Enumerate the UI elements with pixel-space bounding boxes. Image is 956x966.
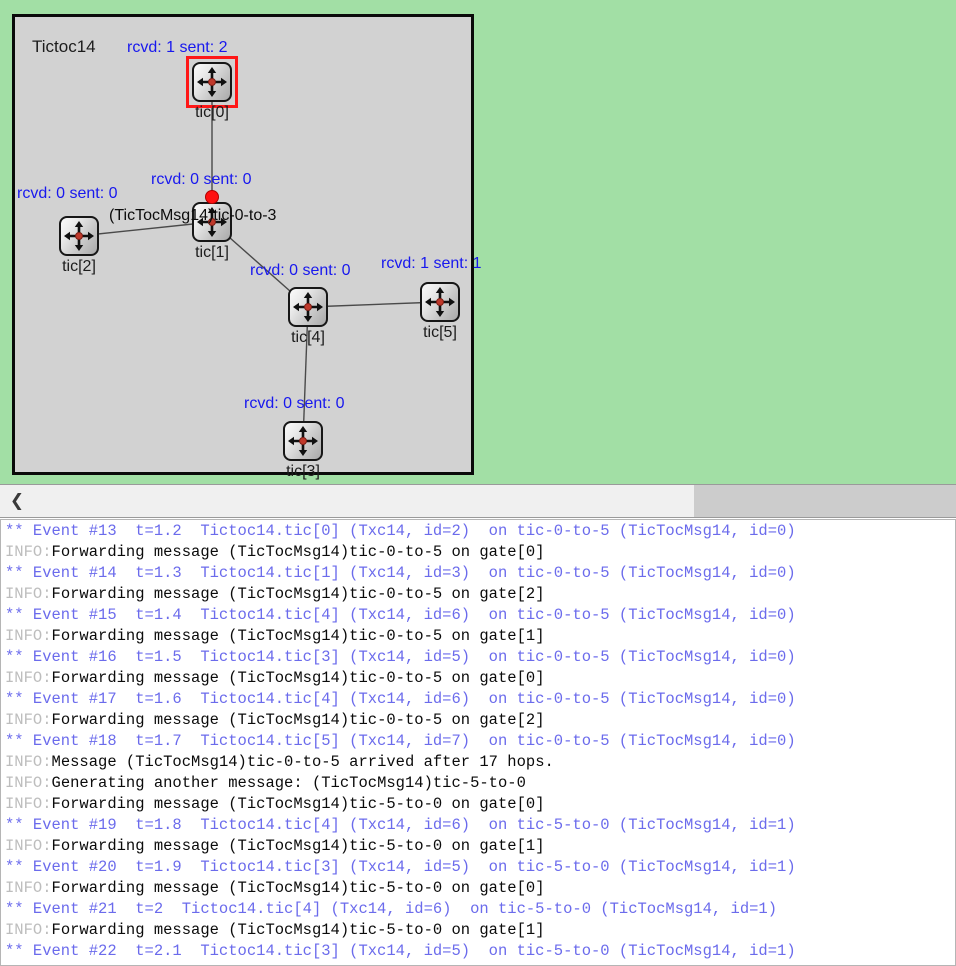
router-center-dot-icon: [75, 232, 83, 240]
log-line-text: ** Event #16 t=1.5 Tictoc14.tic[3] (Txc1…: [5, 648, 796, 666]
network-node-tic4[interactable]: tic[4]: [288, 287, 328, 346]
log-line-text: ** Event #19 t=1.8 Tictoc14.tic[4] (Txc1…: [5, 816, 796, 834]
scroll-left-chevron-icon[interactable]: ❮: [6, 485, 28, 517]
log-line-text: Generating another message: (TicTocMsg14…: [51, 774, 526, 792]
log-info-tag: INFO:: [5, 795, 52, 813]
log-line-info[interactable]: INFO:Forwarding message (TicTocMsg14)tic…: [5, 542, 955, 563]
node-name-label: tic[3]: [286, 463, 320, 480]
log-line-text: ** Event #20 t=1.9 Tictoc14.tic[3] (Txc1…: [5, 858, 796, 876]
node-name-label: tic[0]: [195, 104, 229, 121]
node-name-label: tic[4]: [291, 329, 325, 346]
log-line-event[interactable]: ** Event #15 t=1.4 Tictoc14.tic[4] (Txc1…: [5, 605, 955, 626]
log-line-info[interactable]: INFO:Forwarding message (TicTocMsg14)tic…: [5, 920, 955, 941]
node-status-label: rcvd: 0 sent: 0: [244, 395, 345, 412]
log-line-info[interactable]: INFO:Forwarding message (TicTocMsg14)tic…: [5, 794, 955, 815]
log-line-text: ** Event #14 t=1.3 Tictoc14.tic[1] (Txc1…: [5, 564, 796, 582]
log-info-tag: INFO:: [5, 543, 52, 561]
log-info-tag: INFO:: [5, 921, 52, 939]
log-line-info[interactable]: INFO:Forwarding message (TicTocMsg14)tic…: [5, 878, 955, 899]
log-line-text: ** Event #15 t=1.4 Tictoc14.tic[4] (Txc1…: [5, 606, 796, 624]
log-line-event[interactable]: ** Event #17 t=1.6 Tictoc14.tic[4] (Txc1…: [5, 689, 955, 710]
log-line-text: Forwarding message (TicTocMsg14)tic-0-to…: [51, 543, 545, 561]
log-line-event[interactable]: ** Event #18 t=1.7 Tictoc14.tic[5] (Txc1…: [5, 731, 955, 752]
message-name-label: (TicTocMsg14)tic-0-to-3: [109, 207, 277, 224]
log-info-tag: INFO:: [5, 753, 52, 771]
log-line-event[interactable]: ** Event #21 t=2 Tictoc14.tic[4] (Txc14,…: [5, 899, 955, 920]
log-line-text: Forwarding message (TicTocMsg14)tic-5-to…: [51, 879, 545, 897]
log-line-info[interactable]: INFO:Forwarding message (TicTocMsg14)tic…: [5, 710, 955, 731]
router-center-dot-icon: [208, 78, 216, 86]
scrollbar-thumb[interactable]: [694, 485, 956, 517]
log-line-text: ** Event #18 t=1.7 Tictoc14.tic[5] (Txc1…: [5, 732, 796, 750]
log-line-text: ** Event #22 t=2.1 Tictoc14.tic[3] (Txc1…: [5, 942, 796, 960]
log-line-info[interactable]: INFO:Forwarding message (TicTocMsg14)tic…: [5, 626, 955, 647]
router-center-dot-icon: [304, 303, 312, 311]
log-line-info[interactable]: INFO:Generating another message: (TicToc…: [5, 773, 955, 794]
log-line-text: Message (TicTocMsg14)tic-0-to-5 arrived …: [51, 753, 554, 771]
network-node-tic3[interactable]: tic[3]: [283, 421, 323, 480]
log-line-event[interactable]: ** Event #22 t=2.1 Tictoc14.tic[3] (Txc1…: [5, 941, 955, 962]
node-status-label: rcvd: 1 sent: 2: [127, 39, 228, 56]
canvas-horizontal-scrollbar[interactable]: ❮: [0, 484, 956, 518]
log-line-event[interactable]: ** Event #14 t=1.3 Tictoc14.tic[1] (Txc1…: [5, 563, 955, 584]
log-line-text: Forwarding message (TicTocMsg14)tic-5-to…: [51, 795, 545, 813]
log-line-info[interactable]: INFO:Forwarding message (TicTocMsg14)tic…: [5, 836, 955, 857]
log-line-info[interactable]: INFO:Message (TicTocMsg14)tic-0-to-5 arr…: [5, 752, 955, 773]
log-line-event[interactable]: ** Event #13 t=1.2 Tictoc14.tic[0] (Txc1…: [5, 521, 955, 542]
router-center-dot-icon: [436, 298, 444, 306]
log-line-event[interactable]: ** Event #19 t=1.8 Tictoc14.tic[4] (Txc1…: [5, 815, 955, 836]
router-center-dot-icon: [299, 437, 307, 445]
log-line-info[interactable]: INFO:Forwarding message (TicTocMsg14)tic…: [5, 668, 955, 689]
network-node-tic5[interactable]: tic[5]: [420, 282, 460, 341]
network-canvas[interactable]: Tictoc14 rcvd: 1 sent: 2 tic[0] rcvd: 0 se…: [0, 0, 956, 484]
log-info-tag: INFO:: [5, 711, 52, 729]
log-line-event[interactable]: ** Event #16 t=1.5 Tictoc14.tic[3] (Txc1…: [5, 647, 955, 668]
node-name-label: tic[5]: [423, 324, 457, 341]
log-line-text: Forwarding message (TicTocMsg14)tic-0-to…: [51, 585, 545, 603]
node-status-label: rcvd: 0 sent: 0: [250, 262, 351, 279]
log-line-text: Forwarding message (TicTocMsg14)tic-5-to…: [51, 837, 545, 855]
in-flight-message-dot-icon[interactable]: [205, 190, 219, 204]
log-info-tag: INFO:: [5, 837, 52, 855]
log-line-text: ** Event #13 t=1.2 Tictoc14.tic[0] (Txc1…: [5, 522, 796, 540]
network-node-tic0[interactable]: tic[0]: [186, 56, 238, 121]
log-line-text: Forwarding message (TicTocMsg14)tic-0-to…: [51, 627, 545, 645]
log-info-tag: INFO:: [5, 585, 52, 603]
log-line-text: ** Event #17 t=1.6 Tictoc14.tic[4] (Txc1…: [5, 690, 796, 708]
log-line-event[interactable]: ** Event #20 t=1.9 Tictoc14.tic[3] (Txc1…: [5, 857, 955, 878]
node-status-label: rcvd: 0 sent: 0: [17, 185, 118, 202]
log-line-text: Forwarding message (TicTocMsg14)tic-0-to…: [51, 711, 545, 729]
event-log-pane[interactable]: ** Event #13 t=1.2 Tictoc14.tic[0] (Txc1…: [0, 519, 956, 966]
log-line-text: Forwarding message (TicTocMsg14)tic-5-to…: [51, 921, 545, 939]
log-line-info[interactable]: INFO:Forwarding message (TicTocMsg14)tic…: [5, 584, 955, 605]
node-name-label: tic[2]: [62, 258, 96, 275]
log-info-tag: INFO:: [5, 774, 52, 792]
node-name-label: tic[1]: [195, 244, 229, 261]
log-info-tag: INFO:: [5, 879, 52, 897]
log-line-text: Forwarding message (TicTocMsg14)tic-0-to…: [51, 669, 545, 687]
network-node-tic2[interactable]: tic[2]: [59, 216, 99, 275]
log-line-text: ** Event #21 t=2 Tictoc14.tic[4] (Txc14,…: [5, 900, 778, 918]
node-status-label: rcvd: 0 sent: 0: [151, 171, 252, 188]
log-info-tag: INFO:: [5, 669, 52, 687]
node-status-label: rcvd: 1 sent: 1: [381, 255, 482, 272]
log-info-tag: INFO:: [5, 627, 52, 645]
compound-module-box[interactable]: Tictoc14 rcvd: 1 sent: 2 tic[0] rcvd: 0 se…: [12, 14, 482, 480]
